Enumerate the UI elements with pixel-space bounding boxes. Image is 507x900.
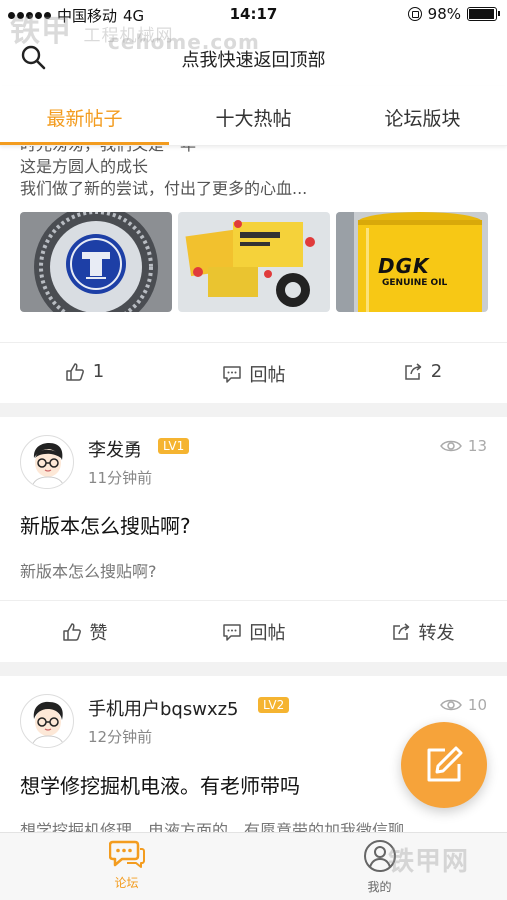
oil-bucket-image[interactable]: DGK GENUINE OIL [336,212,488,312]
watermark-bottom: 铁甲网 [388,847,470,877]
edit-icon [427,746,463,782]
view-count-value: 10 [467,696,487,714]
view-count-value: 13 [467,437,487,455]
comment-icon [222,624,241,641]
reply-button[interactable]: 回帖 [169,619,338,645]
battery-icon [467,7,500,21]
tab-bar: 最新帖子 十大热帖 论坛版块 [0,86,507,146]
oil-brand-text: DGK [378,254,430,278]
post-time: 11分钟前 [88,469,153,487]
tab-latest-posts[interactable]: 最新帖子 [0,104,169,131]
level-badge: LV1 [158,438,190,454]
reply-label: 回帖 [249,623,286,644]
post-card[interactable]: 李发勇 LV1 11分钟前 13 新版本怎么搜贴啊? 新版本怎么搜贴啊? 赞 回… [0,417,507,662]
level-badge: LV2 [258,697,290,713]
share-button[interactable]: 2 [338,361,507,382]
divider [0,662,507,676]
eye-icon [440,699,462,711]
orientation-lock-icon [407,7,422,21]
post-title[interactable]: 想学修挖掘机电液。有老师带吗 [20,770,300,799]
like-count: 1 [92,361,105,382]
divider [0,403,507,417]
share-count: 2 [430,361,443,382]
comment-icon [222,366,241,383]
nav-forum-label: 论坛 [114,876,139,890]
nav-forum[interactable]: 论坛 [0,839,253,891]
avatar[interactable] [20,694,74,748]
thumbs-up-icon [66,362,84,381]
reply-label: 回帖 [249,365,286,386]
post-card[interactable]: 时光匆匆，我们又是一年 这是方圆人的成长 我们做了新的尝试，付出了更多的心血..… [0,146,507,403]
chat-bubble-icon [108,840,145,868]
bearing-logo-image[interactable] [20,212,172,312]
status-right: 98% [407,5,500,23]
like-button[interactable]: 1 [0,361,169,382]
post-excerpt-line: 我们做了新的尝试，付出了更多的心血... [20,179,308,198]
share-icon [392,623,409,640]
post-excerpt-line: 这是方圆人的成长 [20,157,149,176]
header: 点我快速返回顶部 [0,30,507,86]
status-bar: 中国移动 4G 14:17 98% 铁甲 工程机械网 cehome.com [0,0,507,54]
share-button[interactable]: 转发 [338,619,507,645]
view-count: 10 [440,696,487,714]
oil-brand-subtext: GENUINE OIL [382,278,448,288]
share-icon [405,362,422,380]
active-tab-indicator [0,142,169,145]
post-time: 12分钟前 [88,728,153,746]
compose-post-button[interactable] [401,722,487,808]
back-to-top-button[interactable]: 点我快速返回顶部 [0,46,507,72]
view-count: 13 [440,437,487,455]
tab-top-ten[interactable]: 十大热帖 [169,104,338,131]
share-label: 转发 [418,623,455,644]
post-body[interactable]: 新版本怎么搜贴啊? [20,558,157,582]
tab-forum-sections[interactable]: 论坛版块 [338,104,507,131]
post-excerpt-line: 时光匆匆，我们又是一年 [20,146,196,156]
eye-icon [440,440,462,452]
post-action-bar: 1 回帖 2 [0,342,507,402]
username[interactable]: 李发勇 [88,436,142,462]
post-title[interactable]: 新版本怎么搜贴啊? [20,510,191,539]
nav-me-label: 我的 [367,880,392,894]
reply-button[interactable]: 回帖 [169,361,338,387]
username[interactable]: 手机用户bqswxz5 [88,695,239,721]
like-label: 赞 [89,623,108,644]
like-button[interactable]: 赞 [0,619,169,645]
battery-percent: 98% [427,5,461,23]
avatar[interactable] [20,435,74,489]
bottom-nav: 论坛 我的 铁甲网 [0,832,507,900]
seal-kit-image[interactable] [178,212,330,312]
post-body[interactable]: 想学挖掘机修理，电液方面的。有愿意带的加我微信聊 [20,817,404,832]
thumbs-up-icon [62,623,81,641]
post-action-bar: 赞 回帖 转发 [0,600,507,660]
